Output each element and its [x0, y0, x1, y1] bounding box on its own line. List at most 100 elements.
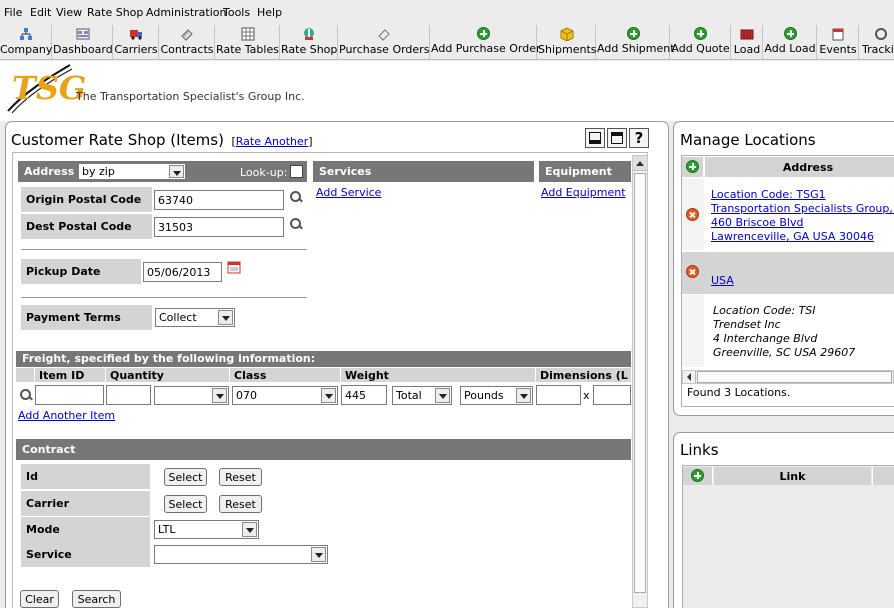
- carrier-reset-button[interactable]: Reset: [219, 495, 262, 513]
- class-select[interactable]: 070: [232, 386, 338, 405]
- menu-rate-shop[interactable]: Rate Shop: [87, 6, 143, 19]
- column-quantity: Quantity: [106, 368, 229, 382]
- pickup-date-input[interactable]: 05/06/2013: [143, 262, 222, 282]
- toolbar-rate-shop-button[interactable]: Rate Shop: [281, 25, 338, 59]
- menu-administration[interactable]: Administration: [146, 6, 227, 19]
- class-value: 070: [236, 389, 257, 402]
- shipments-icon: [560, 27, 573, 41]
- chevron-down-icon: [321, 388, 336, 403]
- add-service-link[interactable]: Add Service: [316, 186, 381, 199]
- weight-input[interactable]: 445: [341, 385, 387, 405]
- add-equipment-link[interactable]: Add Equipment: [541, 186, 626, 199]
- payment-terms-select[interactable]: Collect: [155, 308, 235, 327]
- toolbar-dashboard-button[interactable]: Dashboard: [53, 25, 113, 59]
- toolbar-label: Add Quote: [671, 42, 730, 55]
- menu-view[interactable]: View: [56, 6, 82, 19]
- toolbar-carriers-button[interactable]: Carriers: [114, 25, 159, 59]
- toolbar-events-button[interactable]: Events: [818, 25, 859, 59]
- locations-h-scrollbar[interactable]: [682, 370, 894, 384]
- toolbar-company-button[interactable]: Company: [0, 25, 52, 59]
- chevron-down-icon: [242, 522, 257, 537]
- mode-select[interactable]: LTL: [154, 520, 259, 539]
- item-id-input[interactable]: [35, 385, 104, 405]
- toolbar-label: Tracking: [862, 43, 894, 56]
- freight-section-bar: Freight, specified by the following info…: [16, 351, 631, 367]
- links-column-extra: [872, 467, 894, 485]
- toolbar-shipments-button[interactable]: Shipments: [538, 25, 597, 59]
- dest-label: Dest Postal Code: [21, 214, 152, 239]
- location-line[interactable]: 460 Briscoe Blvd: [711, 216, 804, 229]
- minimize-icon: [589, 132, 601, 144]
- carrier-select-button[interactable]: Select: [164, 495, 207, 513]
- delete-location-icon[interactable]: [686, 208, 699, 221]
- origin-postal-code-input[interactable]: 63740: [154, 190, 284, 210]
- menu-edit[interactable]: Edit: [30, 6, 51, 19]
- weight-type-value: Total: [396, 389, 422, 402]
- links-grid: [682, 465, 894, 608]
- minimize-panel-button[interactable]: [585, 128, 605, 148]
- search-icon[interactable]: [20, 389, 32, 401]
- location-line: Location Code: TSI: [713, 304, 816, 317]
- rate-another-bracket: [Rate Another]: [231, 135, 313, 148]
- help-button[interactable]: ?: [629, 128, 649, 148]
- toolbar-add-purchase-order-button[interactable]: Add Purchase Order: [431, 25, 541, 59]
- column-weight: Weight: [341, 368, 535, 382]
- length-input[interactable]: [536, 385, 581, 405]
- location-line[interactable]: USA: [711, 274, 734, 287]
- pickup-date-label: Pickup Date: [21, 259, 141, 284]
- add-location-icon[interactable]: [686, 160, 699, 173]
- dest-postal-code-input[interactable]: 31503: [154, 217, 284, 237]
- truck-icon: [130, 30, 142, 40]
- delete-location-icon[interactable]: [686, 265, 699, 278]
- location-line[interactable]: Lawrenceville, GA USA 30046: [711, 230, 874, 243]
- add-another-item-link[interactable]: Add Another Item: [18, 409, 115, 422]
- contract-id-select-button[interactable]: Select: [164, 468, 207, 486]
- menu-tools[interactable]: Tools: [223, 6, 250, 19]
- divider: [21, 249, 307, 250]
- address-mode-select[interactable]: by zip: [78, 163, 186, 180]
- toolbar-load-button[interactable]: Load: [732, 25, 763, 59]
- service-select[interactable]: [154, 545, 328, 564]
- company-icon: [19, 28, 32, 40]
- calendar-icon[interactable]: [227, 260, 241, 274]
- weight-unit-select[interactable]: Pounds: [460, 386, 533, 405]
- address-mode-value: by zip: [82, 165, 115, 178]
- rate-another-link[interactable]: Rate Another: [236, 135, 309, 148]
- contract-icon: [181, 29, 193, 41]
- add-link-icon[interactable]: [691, 469, 704, 482]
- toolbar-label: Contracts: [160, 43, 214, 56]
- table-header-spacer: [16, 368, 34, 382]
- add-icon: [626, 27, 640, 40]
- purchase-orders-icon: [378, 29, 390, 41]
- toolbar-rate-tables-button[interactable]: Rate Tables: [216, 25, 280, 59]
- toolbar-add-shipment-button[interactable]: Add Shipment: [597, 25, 675, 59]
- toolbar-label: Rate Tables: [216, 43, 279, 56]
- scroll-up-arrow[interactable]: [633, 156, 647, 171]
- quantity-input[interactable]: [106, 385, 151, 405]
- scroll-thumb[interactable]: [697, 371, 892, 383]
- clear-button[interactable]: Clear: [20, 590, 59, 608]
- toolbar-label: Dashboard: [53, 43, 113, 56]
- class-prefix-select[interactable]: [154, 386, 229, 405]
- location-row-selected[interactable]: [682, 252, 894, 294]
- toolbar-contracts-button[interactable]: Contracts: [160, 25, 215, 59]
- width-input[interactable]: [593, 385, 631, 405]
- form-scrollbar[interactable]: [632, 155, 648, 608]
- lookup-checkbox[interactable]: [290, 165, 303, 178]
- scroll-thumb[interactable]: [634, 173, 646, 593]
- search-button[interactable]: Search: [72, 590, 121, 608]
- toolbar-purchase-orders-button[interactable]: Purchase Orders: [339, 25, 430, 59]
- contract-id-reset-button[interactable]: Reset: [219, 468, 262, 486]
- toolbar-add-load-button[interactable]: Add Load: [764, 25, 817, 59]
- maximize-panel-button[interactable]: [607, 128, 627, 148]
- search-icon[interactable]: [290, 218, 302, 230]
- weight-type-select[interactable]: Total: [392, 386, 452, 405]
- toolbar-add-quote-button[interactable]: Add Quote: [671, 25, 731, 59]
- search-icon[interactable]: [290, 191, 302, 203]
- location-line[interactable]: Location Code: TSG1: [711, 188, 826, 201]
- menu-file[interactable]: File: [4, 6, 22, 19]
- scroll-left-arrow[interactable]: [683, 371, 696, 383]
- location-line[interactable]: Transportation Specialists Group, Inc: [711, 202, 894, 215]
- menu-help[interactable]: Help: [257, 6, 282, 19]
- toolbar-tracking-button[interactable]: Tracking: [860, 25, 894, 59]
